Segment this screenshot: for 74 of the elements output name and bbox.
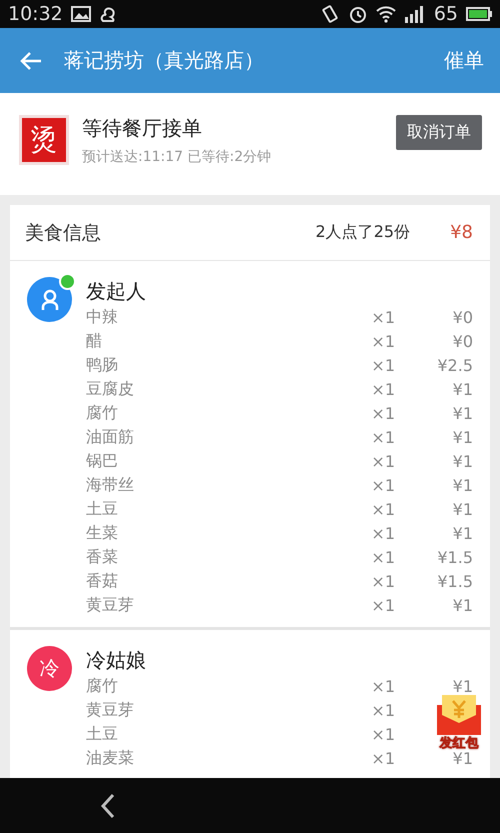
dish-quantity: ×1 — [370, 548, 395, 566]
chat-badge — [59, 273, 76, 290]
delivery-detail: 预计送达:11:17 已等待:2分钟 — [82, 148, 272, 166]
dish-quantity: ×1 — [370, 476, 395, 494]
alarm-icon — [348, 4, 368, 24]
dish-name: 鸭肠 — [86, 354, 119, 376]
section-title: 美食信息 — [25, 220, 102, 246]
user-name: 冷姑娘 — [86, 647, 147, 674]
user-name: 发起人 — [86, 278, 147, 305]
dish-price: ¥1.5 — [436, 548, 473, 566]
urge-order-button[interactable]: 催单 — [440, 43, 488, 78]
dish-quantity: ×1 — [370, 748, 395, 768]
dish-name: 黄豆芽 — [86, 594, 135, 616]
dish-price: ¥1 — [452, 404, 473, 422]
dish-price: ¥1 — [452, 452, 473, 470]
dish-quantity: ×1 — [370, 380, 395, 398]
person-icon — [40, 288, 60, 310]
dish-quantity: ×1 — [370, 356, 395, 374]
dish-name: 香菇 — [86, 570, 119, 592]
total-price: ¥8 — [450, 222, 473, 243]
dish-price: ¥1 — [452, 676, 473, 696]
dish-price: ¥2.5 — [436, 356, 473, 374]
dish-price: ¥1 — [452, 596, 473, 614]
dish-quantity: ×1 — [370, 308, 395, 326]
order-summary: 2人点了25份 — [316, 222, 410, 243]
cancel-order-button[interactable]: 取消订单 — [396, 115, 482, 150]
dish-price: ¥1 — [452, 428, 473, 446]
dish-name: 锅巴 — [86, 450, 119, 472]
dish-name: 豆腐皮 — [86, 378, 135, 400]
dish-quantity: ×1 — [370, 332, 395, 350]
dish-price: ¥0 — [452, 332, 473, 350]
wifi-icon — [376, 5, 396, 23]
dish-name: 黄豆芽 — [86, 700, 135, 720]
order-status: 等待餐厅接单 — [82, 115, 203, 142]
dish-quantity: ×1 — [370, 452, 395, 470]
back-arrow-icon — [20, 50, 42, 70]
dish-quantity: ×1 — [370, 524, 395, 542]
battery-percent: 65 — [434, 3, 458, 25]
dish-quantity: ×1 — [370, 676, 395, 696]
dish-quantity: ×1 — [370, 572, 395, 590]
dish-quantity: ×1 — [370, 428, 395, 446]
chevron-left-icon — [100, 792, 116, 818]
dish-name: 油麦菜 — [86, 748, 135, 768]
dish-price: ¥0 — [452, 308, 473, 326]
signal-icon — [404, 5, 426, 23]
dish-quantity: ×1 — [370, 700, 395, 720]
dish-name: 海带丝 — [86, 474, 135, 496]
dish-price: ¥1 — [452, 500, 473, 518]
vibrate-icon — [320, 4, 340, 24]
user-avatar: 冷 — [27, 646, 72, 691]
dish-price: ¥1 — [452, 380, 473, 398]
restaurant-logo: 烫 — [19, 115, 69, 165]
window-title: 蒋记捞坊（真光路店） — [64, 47, 265, 74]
dish-name: 土豆 — [86, 724, 119, 744]
dish-name: 腐竹 — [86, 676, 119, 696]
dish-name: 中辣 — [86, 306, 119, 328]
dish-name: 土豆 — [86, 498, 119, 520]
clock-time: 10:32 — [8, 3, 63, 25]
back-button[interactable] — [100, 792, 116, 818]
picture-icon — [70, 6, 91, 22]
dish-quantity: ×1 — [370, 596, 395, 614]
dish-name: 腐竹 — [86, 402, 119, 424]
battery-icon — [466, 7, 492, 21]
dish-name: 香菜 — [86, 546, 119, 568]
dish-name: 醋 — [86, 330, 103, 352]
dish-price: ¥1 — [452, 476, 473, 494]
dish-quantity: ×1 — [370, 404, 395, 422]
dish-price: ¥1.5 — [436, 572, 473, 590]
dish-name: 生菜 — [86, 522, 119, 544]
dish-price: ¥1 — [452, 524, 473, 542]
dish-quantity: ×1 — [370, 500, 395, 518]
dish-quantity: ×1 — [370, 724, 395, 744]
dish-name: 油面筋 — [86, 426, 135, 448]
envelope-icon — [434, 695, 484, 737]
